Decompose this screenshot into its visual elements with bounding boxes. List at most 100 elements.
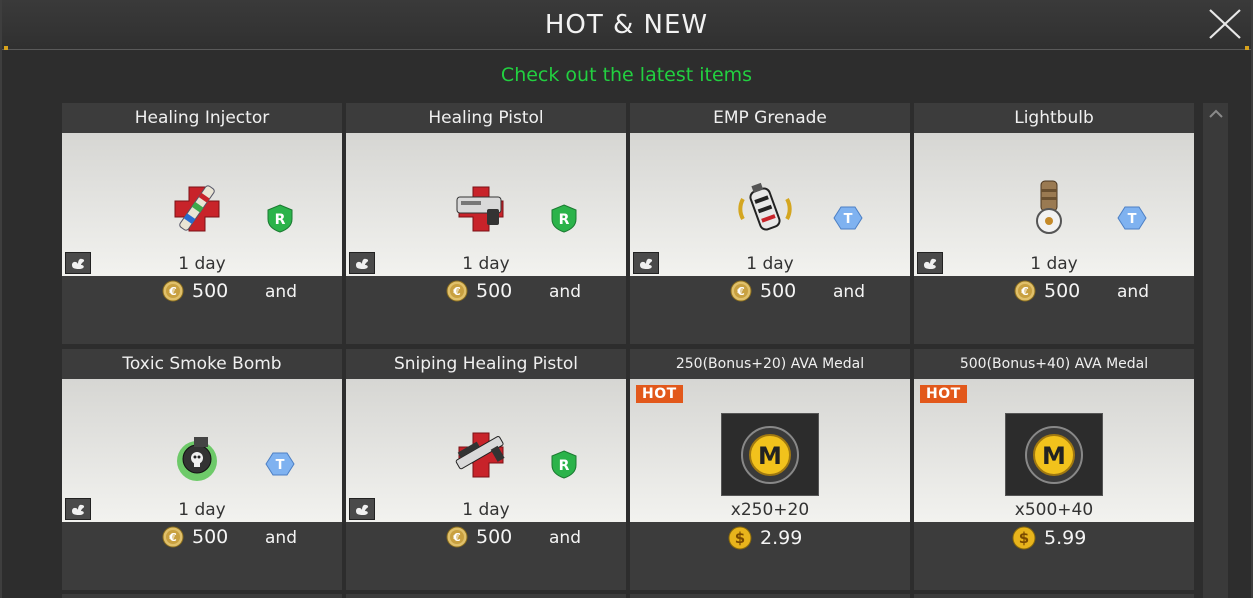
svg-text:M: M	[1042, 442, 1066, 470]
medal-card[interactable]: 500(Bonus+40) AVA Medal HOT M x500+40 $ …	[914, 349, 1194, 590]
item-price: € 500	[730, 280, 796, 302]
title-bar: HOT & NEW	[2, 0, 1251, 50]
medal-frame: M	[1005, 413, 1103, 496]
dollar-coin-icon: $	[728, 526, 752, 550]
next-row-card[interactable]	[630, 594, 910, 598]
price-and-label: and	[549, 282, 581, 302]
svg-text:€: €	[1020, 285, 1029, 298]
medal-quantity: x500+40	[1014, 500, 1094, 520]
medal-card[interactable]: 250(Bonus+20) AVA Medal HOT M x250+20 $ …	[630, 349, 910, 590]
price-value: 500	[476, 280, 513, 302]
euro-coin-icon: €	[162, 280, 184, 302]
ava-medal-icon: M	[1025, 425, 1083, 484]
svg-text:T: T	[276, 458, 285, 473]
item-name: Healing Pistol	[346, 103, 626, 133]
svg-text:T: T	[1128, 212, 1137, 227]
item-footer: € 500 and	[630, 276, 910, 344]
price-value: 500	[476, 526, 513, 548]
medal-frame: M	[721, 413, 819, 496]
item-art: R 1 day	[346, 133, 626, 276]
svg-text:€: €	[452, 531, 461, 544]
scrollbar[interactable]	[1203, 103, 1228, 598]
svg-text:$: $	[735, 529, 745, 547]
rank-r-icon: R	[551, 204, 577, 233]
item-card[interactable]: EMP Grenade T 1 day € 500 and	[630, 103, 910, 344]
dialog-title: HOT & NEW	[544, 10, 709, 40]
medal-quantity: x250+20	[730, 500, 810, 520]
svg-text:€: €	[168, 285, 177, 298]
toxic-smoke-bomb-icon	[177, 437, 217, 481]
item-card[interactable]: Lightbulb T 1 day € 500 and	[914, 103, 1194, 344]
next-row-card[interactable]	[346, 594, 626, 598]
item-duration: 1 day	[178, 254, 226, 274]
item-duration: 1 day	[462, 500, 510, 520]
price-and-label: and	[1117, 282, 1149, 302]
item-card[interactable]: Toxic Smoke Bomb T 1 day € 500 and	[62, 349, 342, 590]
corner-accent	[4, 46, 8, 50]
medal-art: HOT M x250+20	[630, 379, 910, 522]
rank-t-icon: T	[265, 452, 295, 476]
price-value: 500	[1044, 280, 1081, 302]
medal-art: HOT M x500+40	[914, 379, 1194, 522]
price-value: 500	[760, 280, 797, 302]
svg-text:€: €	[452, 285, 461, 298]
price-and-label: and	[549, 528, 581, 548]
item-duration: 1 day	[462, 254, 510, 274]
svg-text:R: R	[559, 212, 570, 228]
medal-price: $ 5.99	[1012, 526, 1086, 550]
svg-text:€: €	[168, 531, 177, 544]
euro-coin-icon: €	[446, 280, 468, 302]
rank-t-icon: T	[833, 206, 863, 230]
healing-injector-icon	[174, 185, 220, 232]
item-name: Toxic Smoke Bomb	[62, 349, 342, 379]
euro-coin-icon: €	[446, 526, 468, 548]
medal-name: 250(Bonus+20) AVA Medal	[630, 349, 910, 379]
dollar-coin-icon: $	[1012, 526, 1036, 550]
corner-accent	[1245, 46, 1249, 50]
next-row-card[interactable]	[914, 594, 1194, 598]
scroll-up-button[interactable]	[1203, 105, 1228, 123]
item-price: € 500	[162, 526, 228, 548]
item-art: R 1 day	[346, 379, 626, 522]
item-price: € 500	[1014, 280, 1080, 302]
price-value: 500	[192, 280, 229, 302]
item-card[interactable]: Sniping Healing Pistol R 1 day € 500 and	[346, 349, 626, 590]
item-footer: € 500 and	[346, 276, 626, 344]
item-card[interactable]: Healing Injector R 1 day € 500 and	[62, 103, 342, 344]
price-and-label: and	[265, 282, 297, 302]
emp-grenade-icon	[738, 182, 792, 231]
item-art: T 1 day	[630, 133, 910, 276]
next-row-card[interactable]	[62, 594, 342, 598]
item-duration: 1 day	[178, 500, 226, 520]
hot-new-dialog: HOT & NEW Check out the latest items Hea…	[0, 0, 1253, 598]
medal-price-value: 2.99	[760, 527, 803, 549]
rank-r-icon: R	[551, 450, 577, 479]
medal-name: 500(Bonus+40) AVA Medal	[914, 349, 1194, 379]
item-price: € 500	[446, 280, 512, 302]
item-name: Lightbulb	[914, 103, 1194, 133]
sniping-healing-pistol-icon	[455, 432, 505, 478]
medal-price-value: 5.99	[1044, 527, 1087, 549]
rank-t-icon: T	[1117, 206, 1147, 230]
close-button[interactable]	[1207, 8, 1243, 40]
svg-text:$: $	[1019, 529, 1029, 547]
healing-pistol-icon	[456, 186, 504, 232]
rank-r-icon: R	[267, 204, 293, 233]
item-art: T 1 day	[914, 133, 1194, 276]
dialog-subtitle: Check out the latest items	[500, 64, 753, 86]
ava-medal-icon: M	[741, 425, 799, 484]
item-footer: € 500 and	[62, 276, 342, 344]
item-footer: € 500 and	[914, 276, 1194, 344]
item-name: Healing Injector	[62, 103, 342, 133]
item-card[interactable]: Healing Pistol R 1 day € 500 and	[346, 103, 626, 344]
svg-text:R: R	[559, 458, 570, 474]
item-art: T 1 day	[62, 379, 342, 522]
medal-price: $ 2.99	[728, 526, 802, 550]
price-and-label: and	[265, 528, 297, 548]
close-icon	[1209, 9, 1241, 39]
euro-coin-icon: €	[730, 280, 752, 302]
medal-footer: $ 2.99	[630, 522, 910, 590]
item-duration: 1 day	[746, 254, 794, 274]
svg-text:€: €	[736, 285, 745, 298]
hot-tag: HOT	[636, 385, 683, 403]
